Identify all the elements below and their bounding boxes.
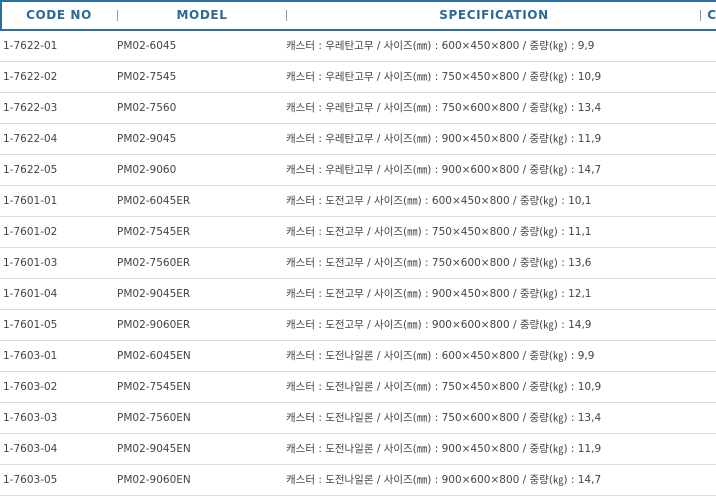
table-row: 1-7601-01 PM02-6045ER 캐스터 : 도전고무 / 사이즈(㎜) …	[0, 186, 716, 217]
table-row: 1-7601-03 PM02-7560ER 캐스터 : 도전고무 / 사이즈(㎜) …	[0, 248, 716, 279]
cell-code-no: 1-7622-04	[3, 133, 58, 145]
cell-code-no: 1-7622-01	[3, 40, 58, 52]
cell-model: PM02-7545EN	[117, 381, 191, 393]
cell-code-no: 1-7601-05	[3, 319, 58, 331]
header-extra: C	[707, 8, 716, 22]
cell-specification: 캐스터 : 도전고무 / 사이즈(㎜) : 750×450×800 / 중량(㎏…	[286, 226, 592, 238]
cell-specification: 캐스터 : 우레탄고무 / 사이즈(㎜) : 900×600×800 / 중량(…	[286, 164, 602, 176]
header-specification: SPECIFICATION	[439, 8, 549, 22]
cell-specification: 캐스터 : 도전나일론 / 사이즈(㎜) : 900×450×800 / 중량(…	[286, 443, 602, 455]
table-row: 1-7603-02 PM02-7545EN 캐스터 : 도전나일론 / 사이즈(㎜)…	[0, 372, 716, 403]
cell-model: PM02-9060	[117, 164, 177, 176]
cell-model: PM02-7560ER	[117, 257, 191, 269]
cell-code-no: 1-7601-03	[3, 257, 58, 269]
cell-model: PM02-7560	[117, 102, 177, 114]
cell-code-no: 1-7601-04	[3, 288, 58, 300]
cell-model: PM02-9060EN	[117, 474, 191, 486]
table-row: 1-7603-03 PM02-7560EN 캐스터 : 도전나일론 / 사이즈(㎜)…	[0, 403, 716, 434]
cell-code-no: 1-7601-01	[3, 195, 58, 207]
cell-code-no: 1-7603-03	[3, 412, 58, 424]
cell-code-no: 1-7603-02	[3, 381, 58, 393]
table-row: 1-7622-04 PM02-9045 캐스터 : 우레탄고무 / 사이즈(㎜) :…	[0, 124, 716, 155]
cell-code-no: 1-7601-02	[3, 226, 58, 238]
cell-model: PM02-6045ER	[117, 195, 191, 207]
cell-specification: 캐스터 : 도전고무 / 사이즈(㎜) : 600×450×800 / 중량(㎏…	[286, 195, 592, 207]
cell-specification: 캐스터 : 우레탄고무 / 사이즈(㎜) : 900×450×800 / 중량(…	[286, 133, 602, 145]
cell-specification: 캐스터 : 도전고무 / 사이즈(㎜) : 900×600×800 / 중량(㎏…	[286, 319, 592, 331]
table-row: 1-7601-04 PM02-9045ER 캐스터 : 도전고무 / 사이즈(㎜) …	[0, 279, 716, 310]
cell-code-no: 1-7603-04	[3, 443, 58, 455]
cell-code-no: 1-7622-03	[3, 102, 58, 114]
table-row: 1-7622-05 PM02-9060 캐스터 : 우레탄고무 / 사이즈(㎜) :…	[0, 155, 716, 186]
table-row: 1-7603-04 PM02-9045EN 캐스터 : 도전나일론 / 사이즈(㎜)…	[0, 434, 716, 465]
cell-code-no: 1-7603-05	[3, 474, 58, 486]
cell-specification: 캐스터 : 도전나일론 / 사이즈(㎜) : 900×600×800 / 중량(…	[286, 474, 602, 486]
header-divider	[700, 10, 701, 21]
cell-specification: 캐스터 : 우레탄고무 / 사이즈(㎜) : 750×450×800 / 중량(…	[286, 71, 602, 83]
cell-specification: 캐스터 : 도전고무 / 사이즈(㎜) : 900×450×800 / 중량(㎏…	[286, 288, 592, 300]
cell-code-no: 1-7622-02	[3, 71, 58, 83]
cell-model: PM02-6045	[117, 40, 177, 52]
table-row: 1-7622-01 PM02-6045 캐스터 : 우레탄고무 / 사이즈(㎜) :…	[0, 31, 716, 62]
cell-specification: 캐스터 : 도전나일론 / 사이즈(㎜) : 750×600×800 / 중량(…	[286, 412, 602, 424]
cell-specification: 캐스터 : 도전고무 / 사이즈(㎜) : 750×600×800 / 중량(㎏…	[286, 257, 592, 269]
cell-model: PM02-6045EN	[117, 350, 191, 362]
cell-specification: 캐스터 : 도전나일론 / 사이즈(㎜) : 600×450×800 / 중량(…	[286, 350, 595, 362]
cell-model: PM02-7560EN	[117, 412, 191, 424]
cell-specification: 캐스터 : 도전나일론 / 사이즈(㎜) : 750×450×800 / 중량(…	[286, 381, 602, 393]
cell-specification: 캐스터 : 우레탄고무 / 사이즈(㎜) : 600×450×800 / 중량(…	[286, 40, 595, 52]
table-row: 1-7601-05 PM02-9060ER 캐스터 : 도전고무 / 사이즈(㎜) …	[0, 310, 716, 341]
table-row: 1-7601-02 PM02-7545ER 캐스터 : 도전고무 / 사이즈(㎜) …	[0, 217, 716, 248]
cell-code-no: 1-7622-05	[3, 164, 58, 176]
cell-model: PM02-7545ER	[117, 226, 191, 238]
cell-model: PM02-9045EN	[117, 443, 191, 455]
table-row: 1-7603-05 PM02-9060EN 캐스터 : 도전나일론 / 사이즈(㎜)…	[0, 465, 716, 496]
header-model: MODEL	[176, 8, 228, 22]
product-table: CODE NO MODEL SPECIFICATION C 1-7622-01 P…	[0, 0, 716, 496]
table-header: CODE NO MODEL SPECIFICATION C	[0, 0, 716, 31]
cell-model: PM02-9045ER	[117, 288, 191, 300]
table-row: 1-7603-01 PM02-6045EN 캐스터 : 도전나일론 / 사이즈(㎜)…	[0, 341, 716, 372]
table-body: 1-7622-01 PM02-6045 캐스터 : 우레탄고무 / 사이즈(㎜) :…	[0, 31, 716, 496]
header-code-no: CODE NO	[26, 8, 92, 22]
cell-specification: 캐스터 : 우레탄고무 / 사이즈(㎜) : 750×600×800 / 중량(…	[286, 102, 602, 114]
cell-model: PM02-9060ER	[117, 319, 191, 331]
table-row: 1-7622-03 PM02-7560 캐스터 : 우레탄고무 / 사이즈(㎜) :…	[0, 93, 716, 124]
cell-model: PM02-7545	[117, 71, 177, 83]
cell-model: PM02-9045	[117, 133, 177, 145]
header-divider	[286, 10, 287, 21]
cell-code-no: 1-7603-01	[3, 350, 58, 362]
table-row: 1-7622-02 PM02-7545 캐스터 : 우레탄고무 / 사이즈(㎜) :…	[0, 62, 716, 93]
